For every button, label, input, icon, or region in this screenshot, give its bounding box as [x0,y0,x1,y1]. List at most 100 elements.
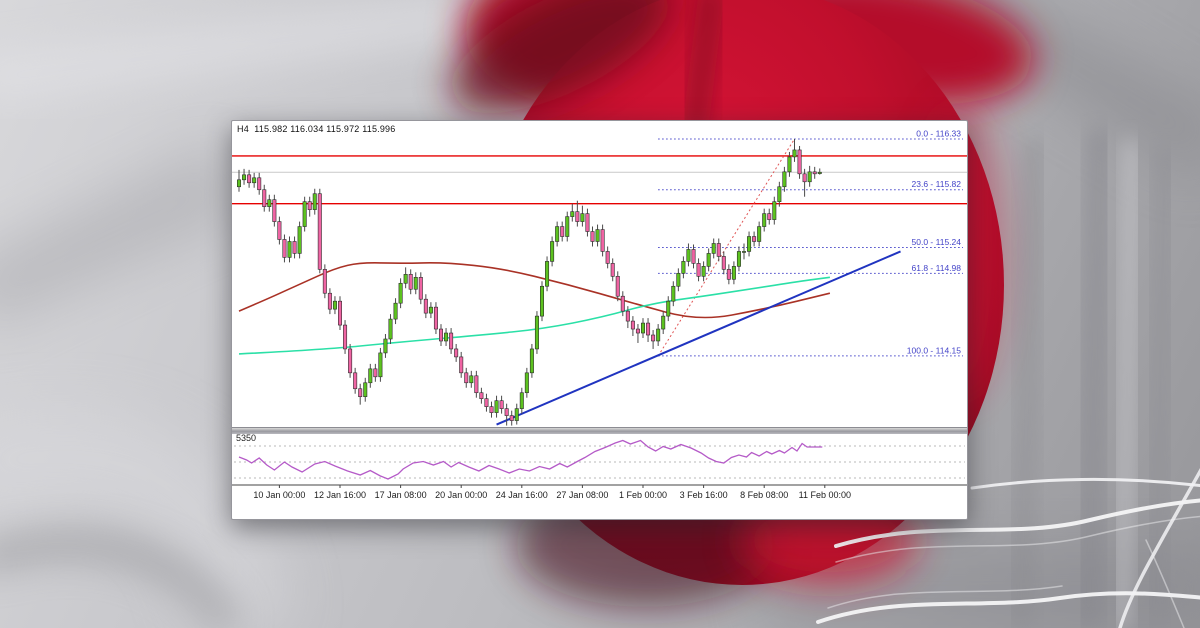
candle-bull [333,301,336,309]
candle-bear [273,200,276,222]
candle-bear [651,335,654,341]
candle-bear [490,407,493,413]
candle-bear [803,174,806,182]
candle-bear [263,190,266,207]
candle-bull [550,241,553,261]
candle-bear [510,416,513,421]
resistance-lines [232,156,967,204]
candle-bear [338,301,341,325]
candle-bull [237,180,240,187]
candle-bull [545,261,548,286]
ma-fast-line [239,277,830,354]
indicator-pane [234,441,965,480]
candle-bull [747,237,750,252]
candle-bear [591,232,594,242]
promo-banner: H4 115.982 116.034 115.972 115.996 0.0 -… [0,0,1200,628]
candle-bear [353,373,356,389]
fibonacci-group: 0.0 - 116.3323.6 - 115.8250.0 - 115.2461… [658,129,963,356]
candle-bear [561,227,564,237]
candle-bear [752,237,755,242]
candle-bull [399,283,402,303]
candle-bull [540,286,543,316]
ohlc-header: H4 115.982 116.034 115.972 115.996 [237,124,395,134]
candle-bull [581,214,584,222]
candle-bull [757,227,760,242]
candle-bull [682,261,685,273]
candle-bull [707,253,710,266]
x-axis-label: 10 Jan 00:00 [253,490,305,500]
candle-bear [576,212,579,222]
candle-bear [500,401,503,409]
candle-bull [596,230,599,242]
candle-bull [566,217,569,237]
candle-bear [308,202,311,210]
x-axis-label: 1 Feb 00:00 [619,490,667,500]
fib-level-label: 50.0 - 115.24 [912,237,962,247]
candle-bear [278,222,281,240]
candle-bear [419,277,422,299]
candle-bull [394,303,397,319]
candle-bull [444,333,447,341]
candle-bear [601,230,604,252]
candle-bear [318,194,321,270]
fib-level-label: 23.6 - 115.82 [912,179,962,189]
candle-bear [768,214,771,220]
candle-bull [364,383,367,397]
candle-bear [697,263,700,276]
candle-bear [631,321,634,329]
x-axis-label: 3 Feb 16:00 [680,490,728,500]
candle-bear [449,333,452,349]
candle-bull [252,178,255,183]
candle-bear [424,299,427,313]
candle-bear [586,214,589,232]
candle-bear [692,249,695,263]
candle-bull [677,273,680,286]
candle-bull [555,227,558,242]
price-chart: 0.0 - 116.3323.6 - 115.8250.0 - 115.2461… [232,121,967,519]
candle-bull [778,187,781,202]
fib-level-label: 61.8 - 114.98 [912,263,962,273]
candle-bear [485,399,488,407]
candle-bull [662,316,665,329]
candle-bear [359,389,362,397]
candle-bear [258,178,261,190]
candle-bear [813,172,816,174]
candle-bear [636,329,639,333]
x-axis-label: 17 Jan 08:00 [375,490,427,500]
candle-bull [525,373,528,393]
candle-bear [606,251,609,263]
candle-bull [737,251,740,266]
candle-bull [530,349,533,373]
candle-bear [621,296,624,311]
x-axis-label: 12 Jan 16:00 [314,490,366,500]
x-axis-label: 27 Jan 08:00 [556,490,608,500]
candle-bull [793,150,796,157]
candle-bull [808,172,811,182]
candle-bull [571,212,574,217]
candle-bear [480,393,483,399]
candle-bull [788,157,791,172]
candle-bear [616,276,619,296]
candle-bear [454,349,457,357]
candle-bull [303,202,306,227]
candle-bear [343,325,346,349]
candle-bull [369,369,372,383]
candle-bear [348,349,351,373]
candle-bull [520,393,523,409]
candle-bear [439,329,442,341]
candle-bear [722,256,725,269]
chart-window: H4 115.982 116.034 115.972 115.996 0.0 -… [231,120,968,520]
candles-group [237,139,821,426]
candle-bear [475,376,478,393]
candle-bear [798,150,801,174]
candle-bull [470,376,473,383]
candle-bear [727,269,730,279]
candle-bull [702,266,705,276]
candle-bear [460,357,463,373]
candle-bull [515,409,518,421]
candle-bull [379,353,382,377]
candle-bull [414,277,417,289]
candle-bear [646,323,649,335]
candle-bear [409,274,412,289]
candle-bear [374,369,377,377]
